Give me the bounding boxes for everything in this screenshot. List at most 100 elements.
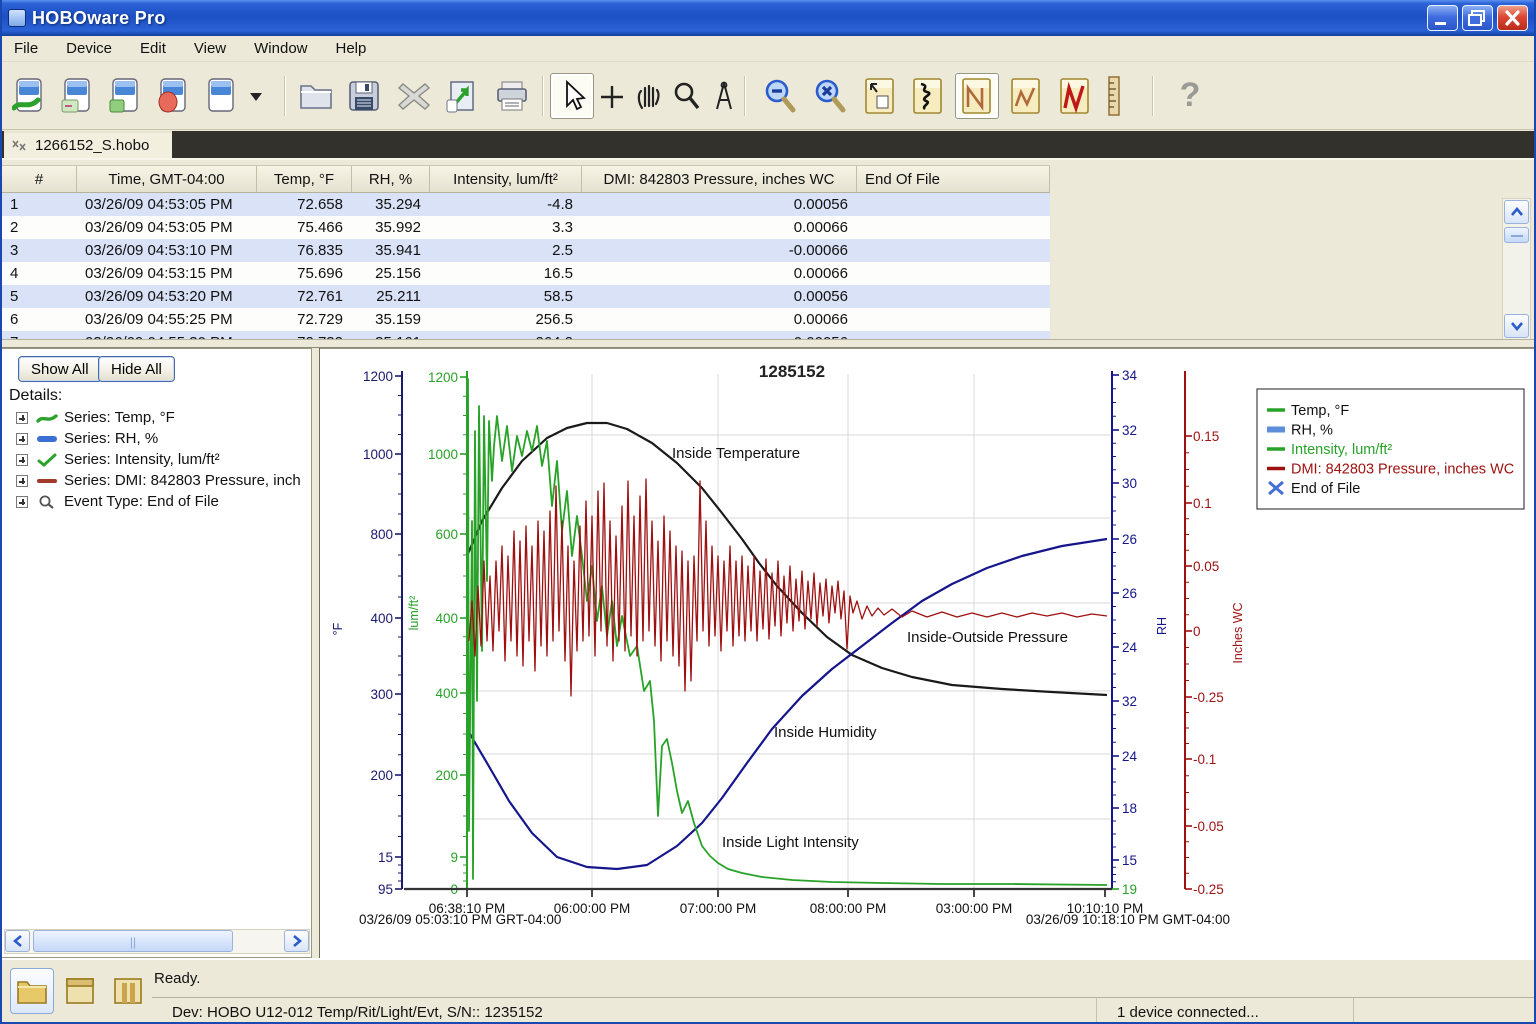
expand-icon[interactable] xyxy=(16,474,28,487)
table-cell xyxy=(857,285,1050,308)
line-style-2-button[interactable] xyxy=(1004,73,1048,119)
stop-device-button[interactable] xyxy=(152,73,196,119)
menu-help[interactable]: Help xyxy=(326,38,377,59)
app-icon xyxy=(8,9,26,27)
table-cell: 03/26/09 04:55:25 PM xyxy=(85,311,233,328)
line-style-3-button[interactable] xyxy=(1053,73,1097,119)
close-file-button[interactable] xyxy=(392,73,436,119)
export-data-button[interactable] xyxy=(440,73,484,119)
chevron-up-icon xyxy=(1510,207,1523,216)
tab-datafile[interactable]: 1266152_S.hobo xyxy=(4,131,172,158)
expand-icon[interactable] xyxy=(16,411,28,424)
scroll-down-button[interactable] xyxy=(1504,314,1529,338)
bottom-area: Show All Hide All Details: Series: Temp,… xyxy=(2,348,1534,958)
column-header[interactable]: End Of File xyxy=(857,166,1050,192)
pane-divider[interactable] xyxy=(312,348,320,958)
tree-item[interactable]: Event Type: End of File xyxy=(2,491,310,512)
tree-item-label: Series: DMI: 842803 Pressure, inch xyxy=(64,472,301,489)
column-header[interactable]: Intensity, lum/ft² xyxy=(430,166,582,192)
table-row[interactable]: 3 03/26/09 04:53:10 PM 76.835 35.941 2.5 -0.0… xyxy=(2,239,1050,262)
table-row[interactable]: 1 03/26/09 04:53:05 PM 72.658 35.294 -4.8 0.0… xyxy=(2,193,1050,216)
table-cell: 1 xyxy=(10,196,19,213)
launch-device-button[interactable] xyxy=(8,73,52,119)
line-style-1-button[interactable] xyxy=(955,73,999,119)
list-view-button[interactable] xyxy=(58,968,102,1014)
crop-series-button[interactable] xyxy=(858,73,902,119)
expand-icon[interactable] xyxy=(16,432,28,445)
details-tree: Series: Temp, °F Series: RH, % Series: Int… xyxy=(2,407,310,512)
open-file-button[interactable] xyxy=(294,73,338,119)
table-cell: 3.3 xyxy=(552,219,573,236)
menu-view[interactable]: View xyxy=(184,38,236,59)
column-header[interactable]: DMI: 842803 Pressure, inches WC xyxy=(582,166,857,192)
column-header[interactable]: Time, GMT-04:00 xyxy=(77,166,257,192)
table-row[interactable]: 5 03/26/09 04:53:20 PM 72.761 25.211 58.5 0.0… xyxy=(2,285,1050,308)
column-header[interactable]: RH, % xyxy=(352,166,430,192)
print-button[interactable] xyxy=(490,73,534,119)
table-cell: 35.159 xyxy=(375,311,421,328)
menu-file[interactable]: File xyxy=(4,38,48,59)
axis-tick-label: 200 xyxy=(370,768,393,783)
mark-tool-button[interactable] xyxy=(702,73,746,119)
save-file-icon xyxy=(349,81,379,111)
scroll-up-button[interactable] xyxy=(1504,200,1529,224)
expand-icon[interactable] xyxy=(16,495,28,508)
scribble-series-button[interactable] xyxy=(906,73,950,119)
status-device-button[interactable] xyxy=(200,73,244,119)
tree-item[interactable]: Series: RH, % xyxy=(2,428,310,449)
help-button[interactable]: ? xyxy=(1168,73,1212,119)
column-header[interactable]: # xyxy=(2,166,77,192)
pointer-tool-button[interactable] xyxy=(550,73,594,119)
axis-tick-label: 9 xyxy=(450,850,458,865)
scroll-left-button[interactable] xyxy=(5,930,30,952)
status-bar: Ready. Dev: HOBO U12-012 Temp/Rit/Light/… xyxy=(2,958,1534,1022)
axis-tick-label: 400 xyxy=(370,611,393,626)
columns-view-button[interactable] xyxy=(106,968,150,1014)
title-bar[interactable]: HOBOware Pro xyxy=(2,0,1534,36)
table-cell: 03/26/09 04:53:05 PM xyxy=(85,219,233,236)
zoom-reset-button[interactable] xyxy=(808,73,852,119)
scroll-thumb[interactable] xyxy=(1504,227,1529,243)
table-row[interactable]: 703/26/09 04:55:30 PM72.73235.161264.20.… xyxy=(2,331,1050,339)
zoom-out-button[interactable] xyxy=(758,73,802,119)
hide-all-button[interactable]: Hide All xyxy=(98,356,175,382)
details-horizontal-scrollbar[interactable] xyxy=(4,929,310,954)
menu-window[interactable]: Window xyxy=(244,38,317,59)
axis-tick-label: -0.1 xyxy=(1193,752,1216,767)
table-row[interactable]: 6 03/26/09 04:55:25 PM 72.729 35.159 256.5 0.… xyxy=(2,308,1050,331)
table-row[interactable]: 4 03/26/09 04:53:15 PM 75.696 25.156 16.5 0.0… xyxy=(2,262,1050,285)
restore-button[interactable] xyxy=(1462,5,1493,31)
scroll-thumb[interactable] xyxy=(33,930,233,952)
readout-device-icon xyxy=(61,78,90,113)
tree-item[interactable]: Series: DMI: 842803 Pressure, inch xyxy=(2,470,310,491)
readout-device-button[interactable] xyxy=(56,73,100,119)
plot-canvas[interactable]: 120010008004003002001595°F12001000600400… xyxy=(320,349,1536,959)
plot-device-button[interactable] xyxy=(104,73,148,119)
device-dropdown-button[interactable] xyxy=(246,73,266,119)
table-row[interactable]: 2 03/26/09 04:53:05 PM 75.466 35.992 3.3 0.00… xyxy=(2,216,1050,239)
show-all-button[interactable]: Show All xyxy=(18,356,102,382)
save-file-button[interactable] xyxy=(342,73,386,119)
folder-icon xyxy=(17,981,47,1004)
files-view-button[interactable] xyxy=(10,968,54,1014)
expand-icon[interactable] xyxy=(16,453,28,466)
zoom-tool-icon xyxy=(674,82,700,110)
table-vertical-scrollbar[interactable] xyxy=(1502,198,1531,340)
menu-edit[interactable]: Edit xyxy=(130,38,176,59)
device-status-bar: Dev: HOBO U12-012 Temp/Rit/Light/Evt, S/… xyxy=(152,997,1534,1022)
column-header[interactable]: Temp, °F xyxy=(257,166,352,192)
scroll-right-button[interactable] xyxy=(284,930,309,952)
chevron-right-icon xyxy=(292,935,302,947)
series-annotation: Inside Light Intensity xyxy=(722,834,859,851)
table-cell: 0.00056 xyxy=(793,196,848,213)
table-cell: 03/26/09 04:53:15 PM xyxy=(85,265,233,282)
minimize-button[interactable] xyxy=(1427,5,1458,31)
tree-item[interactable]: Series: Intensity, lum/ft² xyxy=(2,449,310,470)
menu-device[interactable]: Device xyxy=(56,38,122,59)
axis-tick-label: 24 xyxy=(1122,640,1138,655)
tree-item[interactable]: Series: Temp, °F xyxy=(2,407,310,428)
pane-splitter[interactable] xyxy=(2,339,1534,348)
tab-bar: 1266152_S.hobo xyxy=(2,131,1534,158)
close-button[interactable] xyxy=(1497,5,1528,31)
ruler-button[interactable] xyxy=(1102,73,1126,119)
